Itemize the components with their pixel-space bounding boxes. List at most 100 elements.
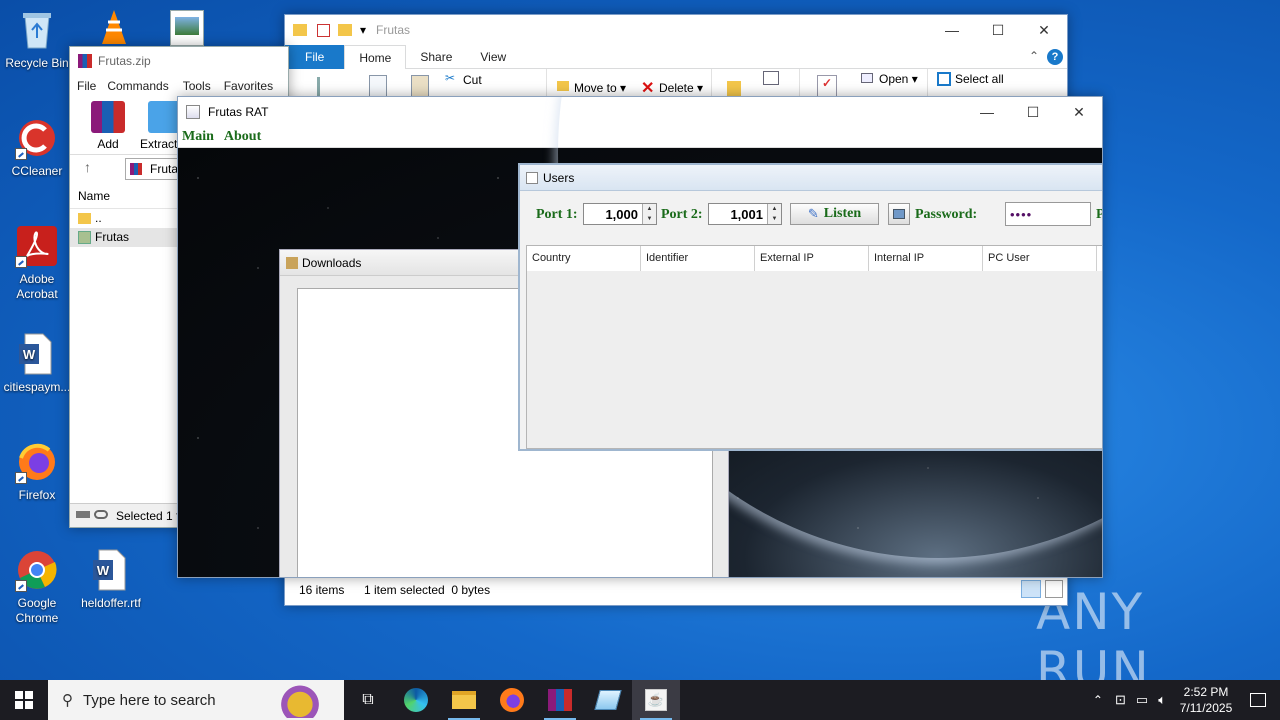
close-button[interactable]: ✕ <box>1021 15 1067 45</box>
tab-share[interactable]: Share <box>406 45 466 69</box>
frutas-rat-window[interactable]: Frutas RAT — ☐ ✕ Main About Downloads Us… <box>177 96 1103 578</box>
spinner-arrows-icon[interactable]: ▲ ▼ <box>642 204 656 224</box>
tab-view[interactable]: View <box>466 45 520 69</box>
start-button[interactable] <box>0 680 48 720</box>
column-truncated[interactable]: C <box>1097 246 1102 271</box>
add-button[interactable]: Add <box>88 101 128 151</box>
desktop-icon-heldoffer[interactable]: W heldoffer.rtf <box>75 548 147 611</box>
chevron-up-icon[interactable]: ⌃ <box>1093 693 1103 707</box>
tray-app-icon[interactable]: ⊡ <box>1115 692 1126 708</box>
select-all-button[interactable]: Select all <box>955 72 1004 86</box>
column-internal-ip[interactable]: Internal IP <box>869 246 983 271</box>
menu-file[interactable]: File <box>77 79 96 93</box>
password-value: •••• <box>1010 207 1033 222</box>
network-icon[interactable]: ▭ <box>1136 692 1148 708</box>
column-country[interactable]: Country <box>527 246 641 271</box>
move-to-button[interactable]: Move to ▾ <box>574 81 626 95</box>
desktop-icon-firefox[interactable]: Firefox <box>1 440 73 503</box>
desktop-icon-label: CCleaner <box>11 164 63 178</box>
list-item-label: .. <box>95 211 102 225</box>
desktop-icon-citiespaym[interactable]: W citiespaym... <box>1 332 73 395</box>
status-selection: 1 item selected 0 bytes <box>364 583 491 597</box>
users-frame[interactable]: Users Port 1: 1,000 ▲ ▼ Port 2: 1,001 ▲ ▼ … <box>518 163 1102 451</box>
recycle-bin-icon <box>15 8 59 52</box>
chevron-up-icon[interactable]: ⌃ <box>1029 49 1039 63</box>
users-table[interactable]: Country Identifier External IP Internal … <box>526 245 1102 449</box>
users-titlebar[interactable]: Users <box>520 165 1102 191</box>
menu-favorites[interactable]: Favorites <box>224 79 273 93</box>
password-field[interactable]: •••• <box>1005 202 1091 226</box>
vlc-icon[interactable] <box>96 8 132 48</box>
spinner-arrows-icon[interactable]: ▲ ▼ <box>767 204 781 224</box>
java-icon: ☕ <box>645 689 667 711</box>
up-arrow-icon[interactable]: ↑ <box>84 159 91 175</box>
volume-icon[interactable]: 🔈︎ <box>1158 692 1166 708</box>
image-file-icon[interactable] <box>170 10 204 46</box>
column-identifier[interactable]: Identifier <box>641 246 755 271</box>
checkbox-icon[interactable] <box>317 23 330 37</box>
desktop-icon-ccleaner[interactable]: CCleaner <box>1 116 73 179</box>
desktop-icon-google-chrome[interactable]: Google Chrome <box>1 548 73 626</box>
column-external-ip[interactable]: External IP <box>755 246 869 271</box>
monitor-icon <box>893 209 905 219</box>
taskbar-file-explorer[interactable] <box>440 680 488 720</box>
open-button[interactable]: Open ▾ <box>879 72 918 86</box>
port1-spinner[interactable]: 1,000 ▲ ▼ <box>583 203 657 225</box>
maximize-button[interactable]: ☐ <box>975 15 1021 45</box>
menu-commands[interactable]: Commands <box>107 79 168 93</box>
desktop-icon-adobe-acrobat[interactable]: Adobe Acrobat <box>1 224 73 302</box>
cut-button[interactable]: Cut <box>463 73 482 87</box>
pin-icon[interactable] <box>317 77 333 97</box>
tab-home[interactable]: Home <box>344 45 407 69</box>
java-icon <box>286 256 298 269</box>
search-box[interactable]: ⚲ Type here to search <box>48 680 344 720</box>
clock[interactable]: 2:52 PM 7/11/2025 <box>1176 684 1236 716</box>
menu-main[interactable]: Main <box>182 129 214 145</box>
desktop-icon-label: Google Chrome <box>15 596 59 625</box>
archive-icon <box>130 163 142 175</box>
clock-time: 2:52 PM <box>1183 685 1229 699</box>
copy-icon[interactable] <box>369 75 387 97</box>
task-view-button[interactable]: ⧉ <box>344 680 392 720</box>
taskbar-edge[interactable] <box>392 680 440 720</box>
port2-spinner[interactable]: 1,001 ▲ ▼ <box>708 203 782 225</box>
desktop-icon-recycle-bin[interactable]: Recycle Bin <box>1 8 73 71</box>
clock-date: 7/11/2025 <box>1179 701 1233 715</box>
taskbar: ⚲ Type here to search ⧉ ☕ ⌃ ⊡ ▭ 🔈︎ 2:52 … <box>0 680 1280 720</box>
cut-icon[interactable]: ✂ <box>445 71 455 85</box>
menu-tools[interactable]: Tools <box>183 79 211 93</box>
help-icon[interactable]: ? <box>1047 49 1063 65</box>
select-all-icon <box>937 72 951 86</box>
column-name-label: Name <box>78 189 111 203</box>
taskbar-java[interactable]: ☕ <box>632 680 680 720</box>
desktop-icon-label: heldoffer.rtf <box>81 596 141 610</box>
large-icons-view-icon[interactable] <box>1045 580 1063 598</box>
listen-button[interactable]: ✎ Listen <box>790 203 879 225</box>
users-title: Users <box>543 170 575 185</box>
delete-button[interactable]: Delete ▾ <box>659 81 703 95</box>
paste-icon[interactable] <box>411 75 429 97</box>
firefox-icon <box>15 440 59 484</box>
delete-icon: ✕ <box>641 80 655 97</box>
password-toggle-checkbox[interactable] <box>888 203 910 225</box>
column-pc-user[interactable]: PC User <box>983 246 1097 271</box>
port1-value: 1,000 <box>605 207 638 222</box>
winrar-titlebar[interactable]: Frutas.zip <box>70 47 288 75</box>
users-table-header: Country Identifier External IP Internal … <box>527 246 1102 271</box>
desktop-icon-label: Adobe Acrobat <box>16 272 58 301</box>
chevron-down-icon[interactable]: ▾ <box>360 23 366 37</box>
taskbar-notepad[interactable] <box>584 680 632 720</box>
explorer-titlebar[interactable]: ▾ Frutas — ☐ ✕ <box>285 15 1067 45</box>
new-folder-icon[interactable] <box>727 81 741 97</box>
delete-label: Delete <box>659 81 694 95</box>
tab-file[interactable]: File <box>285 45 345 69</box>
taskbar-firefox[interactable] <box>488 680 536 720</box>
chrome-icon <box>15 548 59 592</box>
menu-about[interactable]: About <box>224 129 261 145</box>
minimize-button[interactable]: — <box>929 15 975 45</box>
notifications-icon[interactable] <box>1250 693 1266 707</box>
archive-add-icon <box>91 101 125 133</box>
new-item-icon[interactable] <box>763 71 779 85</box>
taskbar-winrar[interactable] <box>536 680 584 720</box>
details-view-icon[interactable] <box>1021 580 1041 598</box>
